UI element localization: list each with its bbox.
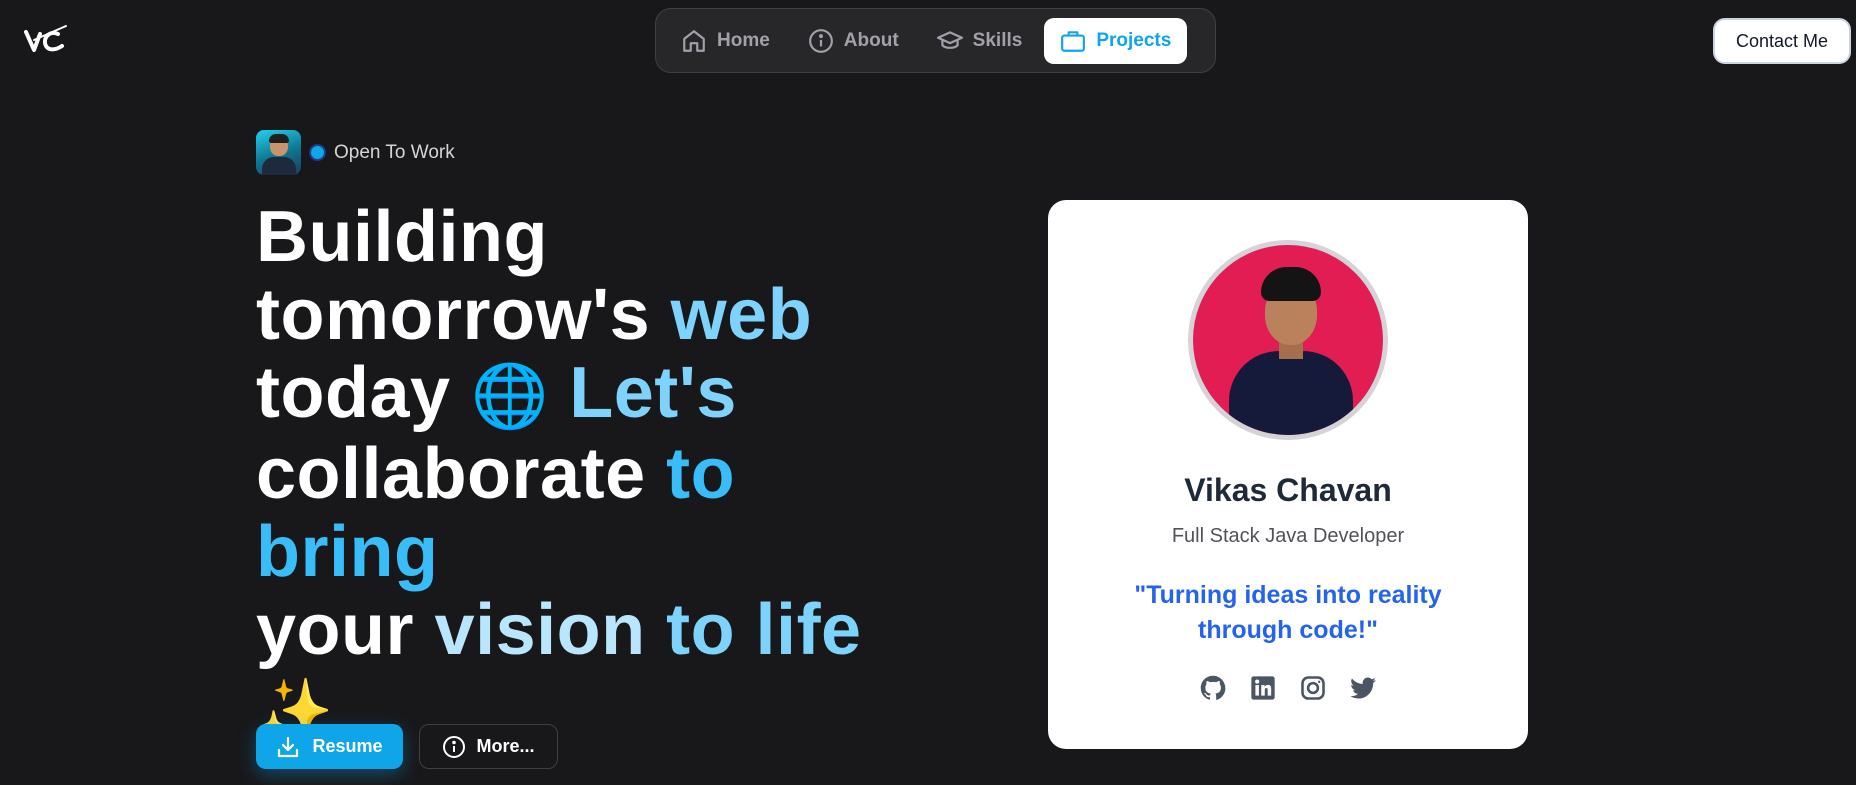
profile-photo [1188,240,1388,440]
nav-projects-label: Projects [1096,29,1172,51]
headline-part: web [670,275,813,355]
headline-part: tomorrow's [256,275,671,355]
nav-skills[interactable]: Skills [921,18,1039,64]
linkedin-icon[interactable] [1249,674,1277,702]
globe-emoji: 🌐 [471,359,549,432]
resume-label: Resume [312,736,383,756]
nav-home[interactable]: Home [665,18,786,64]
info-icon [808,28,833,53]
profile-card: Vikas Chavan Full Stack Java Developer "… [1048,200,1528,749]
resume-button[interactable]: Resume [256,724,403,769]
graduation-cap-icon [936,30,963,49]
profile-name: Vikas Chavan [1184,472,1392,508]
headline-part: today [256,353,472,433]
nav-projects[interactable]: Projects [1044,17,1188,64]
hero-headline: Building tomorrow's web today 🌐 Let's co… [256,198,936,750]
home-icon [683,29,705,52]
headline-part: Let's [548,353,737,433]
headline-part: to life [666,590,862,670]
logo-icon[interactable] [24,24,68,56]
briefcase-icon [1061,30,1086,52]
download-icon [278,736,299,757]
status-row: Open To Work [256,130,455,175]
github-icon[interactable] [1199,674,1227,702]
social-links [1199,674,1377,702]
profile-quote: "Turning ideas into reality through code… [1134,581,1442,644]
twitter-icon[interactable] [1349,674,1377,702]
info-icon [443,735,466,758]
headline-part: Building [256,197,548,277]
nav-about[interactable]: About [792,18,915,64]
more-button[interactable]: More... [419,724,558,769]
profile-role: Full Stack Java Developer [1171,525,1405,547]
status-dot [311,146,324,159]
status-text: Open To Work [334,141,455,163]
hero-buttons: Resume More... [256,724,558,769]
headline-part: collaborate [256,434,667,514]
nav-about-label: About [843,29,899,51]
main-nav: Home About Skills Projects [655,8,1216,73]
nav-skills-label: Skills [972,29,1023,51]
contact-me-button[interactable]: Contact Me [1713,18,1851,64]
headline-part: vision [434,590,667,670]
more-label: More... [476,736,535,756]
headline-part: your [256,590,435,670]
nav-home-label: Home [717,29,770,51]
avatar [256,130,301,175]
instagram-icon[interactable] [1299,674,1327,702]
